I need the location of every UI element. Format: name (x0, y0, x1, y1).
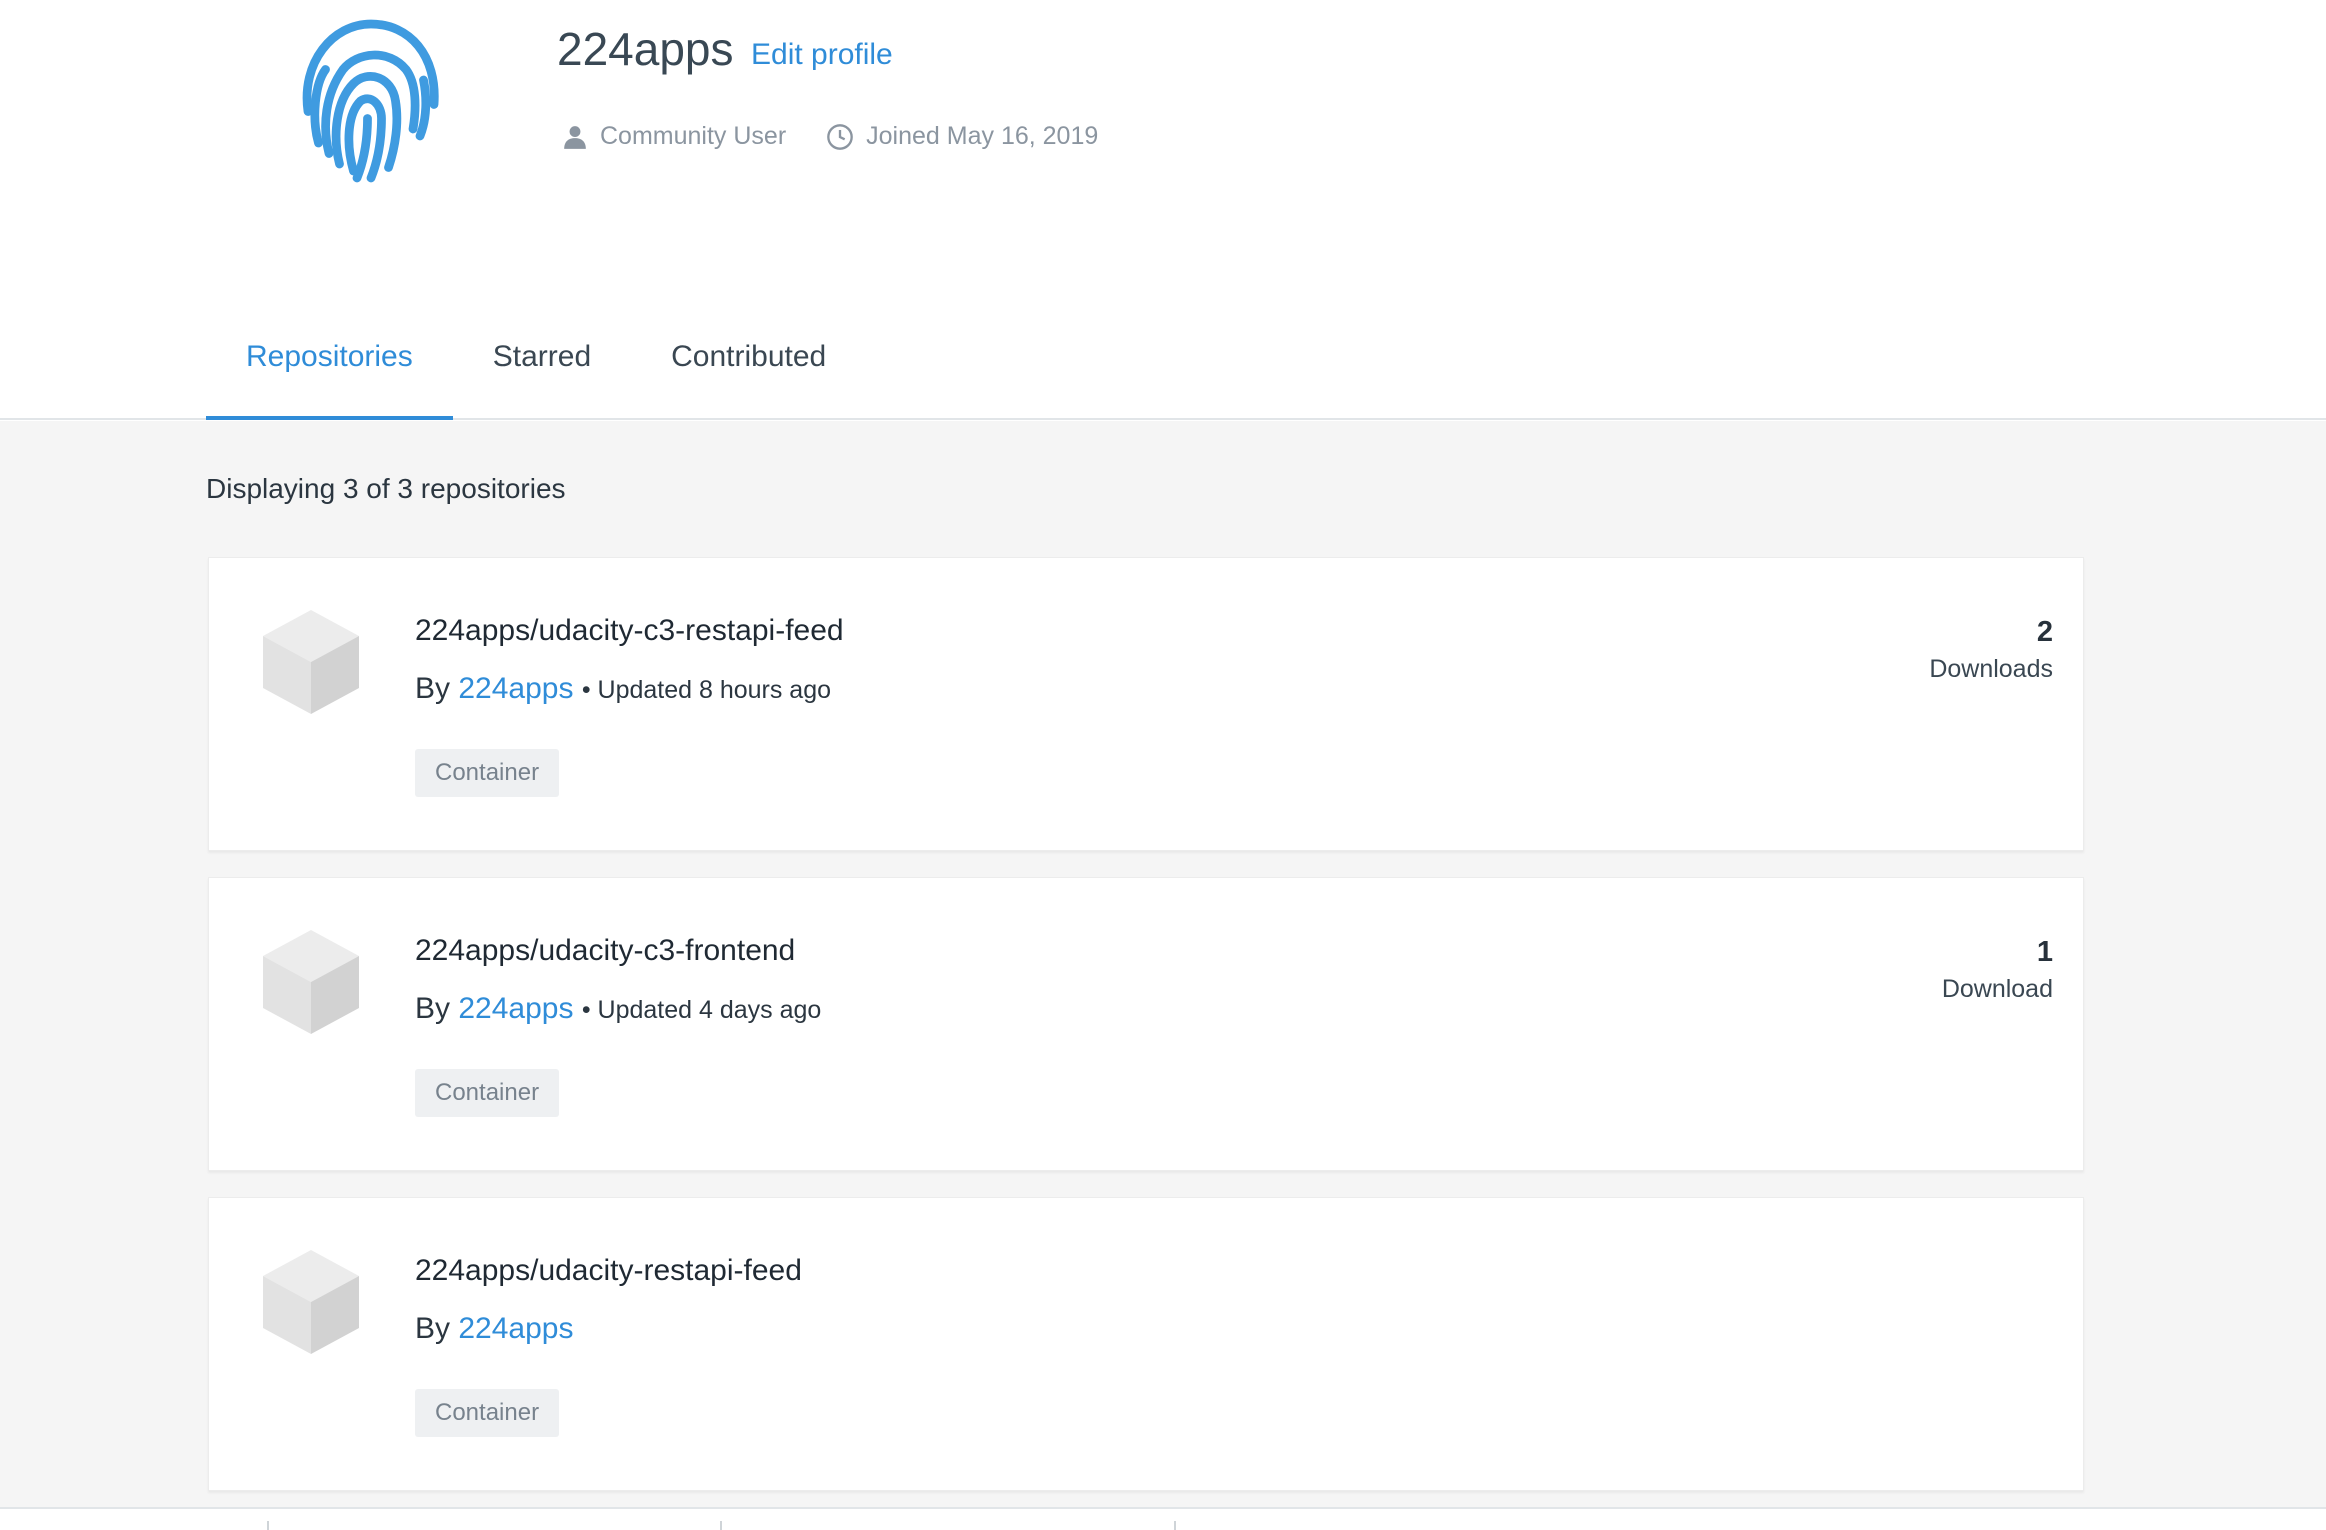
divider (267, 1521, 269, 1530)
repository-name[interactable]: 224apps/udacity-c3-restapi-feed (415, 614, 844, 648)
profile-meta: Community User Joined May 16, 2019 (562, 122, 1098, 151)
profile-name: 224apps (557, 23, 734, 75)
divider (1174, 1521, 1176, 1530)
owner-link[interactable]: 224apps (458, 672, 573, 705)
tab-contributed[interactable]: Contributed (631, 330, 866, 420)
repository-card[interactable]: 224apps/udacity-c3-restapi-feed By 224ap… (208, 557, 2084, 851)
repository-name[interactable]: 224apps/udacity-c3-frontend (415, 934, 795, 968)
repository-byline: By 224apps • Updated 4 days ago (415, 992, 821, 1026)
role-meta: Community User (562, 122, 786, 151)
by-label: By (415, 992, 451, 1025)
download-count: 2 (2036, 616, 2053, 648)
owner-link[interactable]: 224apps (458, 992, 573, 1025)
fingerprint-icon (302, 19, 439, 183)
repositories-panel: Displaying 3 of 3 repositories 224apps/u… (0, 421, 2326, 1530)
download-label: Download (1941, 975, 2053, 1003)
divider (720, 1521, 722, 1530)
download-stat: 2 Downloads (1929, 616, 2053, 684)
repository-name[interactable]: 224apps/udacity-restapi-feed (415, 1254, 802, 1288)
by-label: By (415, 1312, 451, 1345)
tab-repositories[interactable]: Repositories (206, 330, 453, 420)
edit-profile-link[interactable]: Edit profile (751, 38, 893, 72)
cube-icon (263, 930, 359, 1034)
tab-starred[interactable]: Starred (453, 330, 631, 420)
updated-text: • Updated 4 days ago (581, 996, 822, 1024)
profile-header: 224apps Edit profile Community User Join… (0, 0, 2326, 420)
download-label: Downloads (1929, 655, 2053, 683)
cube-icon (263, 1250, 359, 1354)
footer-edge (0, 1507, 2326, 1530)
repository-count: Displaying 3 of 3 repositories (206, 473, 566, 504)
by-label: By (415, 672, 451, 705)
joined-meta: Joined May 16, 2019 (826, 122, 1098, 151)
role-label: Community User (600, 122, 787, 150)
repository-byline: By 224apps (415, 1312, 573, 1346)
cube-icon (263, 610, 359, 714)
updated-text: • Updated 8 hours ago (581, 676, 832, 704)
type-badge: Container (415, 1389, 560, 1437)
repository-card[interactable]: 224apps/udacity-c3-frontend By 224apps •… (208, 877, 2084, 1171)
owner-link[interactable]: 224apps (458, 1312, 573, 1345)
download-count: 1 (2036, 936, 2053, 968)
profile-tabs: Repositories Starred Contributed (206, 330, 866, 420)
type-badge: Container (415, 1069, 560, 1117)
repository-byline: By 224apps • Updated 8 hours ago (415, 672, 831, 706)
download-stat: 1 Download (1942, 936, 2053, 1004)
type-badge: Container (415, 749, 560, 797)
clock-icon (827, 123, 853, 150)
repository-card[interactable]: 224apps/udacity-restapi-feed By 224apps … (208, 1197, 2084, 1491)
user-icon (564, 125, 586, 149)
joined-label: Joined May 16, 2019 (866, 122, 1099, 150)
